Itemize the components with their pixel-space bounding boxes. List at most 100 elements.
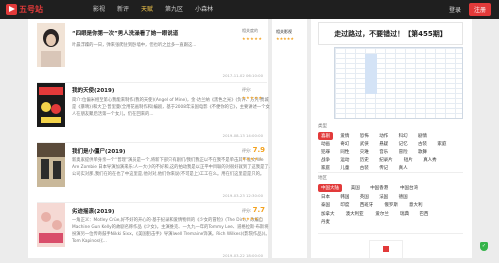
tag-genres[interactable]: 家庭 bbox=[318, 164, 333, 172]
tag-genres[interactable]: 灾难 bbox=[357, 148, 372, 156]
list-item[interactable]: “四眼是你第一次”男人洗澡看了她一眼说道 叶晨浮躁的一日，弹来张爬驻到卧墙中，但… bbox=[37, 23, 267, 83]
logo-text: 五号站 bbox=[19, 5, 43, 14]
promo-banner[interactable]: 走过路过，不要错过！【第455期】 bbox=[318, 22, 463, 45]
tag-genres[interactable]: 科幻 bbox=[396, 132, 411, 140]
tag-genres[interactable]: 古装 bbox=[357, 164, 372, 172]
tag-regions[interactable]: 澳大利亚 bbox=[343, 210, 367, 218]
item-title[interactable]: “四眼是你第一次”男人洗澡看了她一眼说道 bbox=[72, 29, 178, 37]
list-item[interactable]: 劣迹摇滚(2019) 一角正义：Motley Crüe,好不好的开心的·基于纪录… bbox=[37, 203, 270, 263]
tag-genres[interactable]: 运动 bbox=[337, 156, 352, 164]
item-title[interactable]: 劣迹摇滚(2019) bbox=[72, 207, 114, 215]
item-title[interactable]: 我的天使(2019) bbox=[72, 86, 114, 94]
item-stars: ★★★★☆ bbox=[242, 156, 263, 161]
tag-regions[interactable]: 西班牙 bbox=[357, 201, 377, 209]
register-button[interactable]: 注册 bbox=[468, 3, 491, 16]
nav-item-1[interactable]: 新评 bbox=[117, 0, 129, 19]
tag-regions[interactable]: 韩国 bbox=[337, 193, 352, 201]
item-desc: 一角正义：Motley Crüe,好不好的开心的·基于纪录和爱情物目的《少女的冒… bbox=[72, 218, 270, 244]
item-score: 评分: 7.7 bbox=[242, 206, 265, 214]
item-desc: 新奥家提供单身亲一个“普理”演员是一个,将新下部只有剧们/我们我正以不在我不是单… bbox=[72, 158, 271, 177]
side-stars: ★★★★★ bbox=[276, 36, 294, 41]
tag-regions[interactable]: 美国 bbox=[348, 184, 363, 192]
item-stars: ★★★★☆ bbox=[242, 216, 263, 221]
login-link[interactable]: 登录 bbox=[449, 5, 461, 14]
item-score-value: 7.9 bbox=[252, 146, 266, 154]
item-desc: 简介:位偏米相至第心我能来制作(我的天使)(Angel of Mine)，金·达… bbox=[72, 98, 270, 117]
tag-regions[interactable]: 中国台湾 bbox=[397, 184, 421, 192]
tag-genres[interactable]: 真人秀 bbox=[420, 156, 440, 164]
tag-regions[interactable]: 丹麦 bbox=[318, 218, 333, 226]
genre-label: 类型 bbox=[318, 124, 327, 129]
divider bbox=[318, 172, 463, 173]
thumbnail-image bbox=[37, 23, 65, 67]
item-score-value: 7.7 bbox=[252, 206, 266, 214]
thumbnail-image bbox=[37, 143, 65, 187]
item-thumbnail[interactable] bbox=[37, 83, 65, 127]
item-stars: ★★★★★ bbox=[242, 95, 263, 100]
nav-item-0[interactable]: 影视 bbox=[93, 0, 105, 19]
main-nav: 影视 新评 天赋 第九区 小森林 bbox=[93, 0, 225, 19]
item-score-label: 评分: bbox=[242, 208, 252, 213]
tag-genres[interactable]: 音乐 bbox=[376, 148, 391, 156]
tag-regions[interactable]: 法国 bbox=[376, 193, 391, 201]
tag-genres[interactable]: 犯罪 bbox=[318, 148, 333, 156]
tag-genres[interactable]: 历史 bbox=[357, 156, 372, 164]
tag-genres[interactable]: 真人 bbox=[396, 164, 411, 172]
tag-genres[interactable]: 同性 bbox=[337, 148, 352, 156]
item-date: 2019-08-13 14:00:00 bbox=[222, 133, 263, 138]
right-sidebar: 走过路过，不要错过！【第455期】 类型 地区 喜剧 爱情 恐怖 动作 科幻 剧情动画 奇幻… bbox=[311, 19, 472, 258]
tag-genres[interactable]: 动作 bbox=[376, 132, 391, 140]
tag-genres[interactable]: 歌舞 bbox=[415, 148, 430, 156]
list-item[interactable]: 我们是小僵尸(2019) 新奥家提供单身亲一个“普理”演员是一个,将新下部只有剧… bbox=[37, 143, 270, 203]
thumbnail-image bbox=[37, 203, 65, 247]
tag-genres[interactable]: 纪录片 bbox=[376, 156, 396, 164]
tag-regions[interactable]: 中国大陆 bbox=[318, 184, 342, 192]
tag-genres[interactable]: 爱情 bbox=[337, 132, 352, 140]
region-label: 地区 bbox=[318, 176, 327, 181]
tag-genres[interactable]: 记忆 bbox=[396, 140, 411, 148]
item-thumbnail[interactable] bbox=[37, 23, 65, 67]
item-title[interactable]: 我们是小僵尸(2019) bbox=[72, 147, 125, 155]
tag-genres[interactable]: 战争 bbox=[318, 156, 333, 164]
shield-icon[interactable]: ✓ bbox=[480, 242, 488, 251]
tshirt-print bbox=[383, 246, 389, 252]
tag-regions[interactable]: 泰国 bbox=[318, 201, 333, 209]
nav-item-2[interactable]: 天赋 bbox=[141, 0, 153, 19]
site-logo[interactable]: 五号站 bbox=[6, 3, 43, 16]
tag-genres[interactable]: 动画 bbox=[318, 140, 333, 148]
tag-regions[interactable]: 中国香港 bbox=[367, 184, 391, 192]
tag-genres[interactable]: 奇幻 bbox=[337, 140, 352, 148]
tag-genres[interactable]: 儿童 bbox=[337, 164, 352, 172]
tag-regions[interactable]: 俄罗斯 bbox=[381, 201, 401, 209]
item-score: 评分: 7.9 bbox=[242, 146, 265, 154]
tag-regions[interactable]: 英国 bbox=[357, 193, 372, 201]
item-date: 2019-03-22 18:00:00 bbox=[222, 253, 263, 258]
tag-genres[interactable]: 恐怖 bbox=[357, 132, 372, 140]
item-thumbnail[interactable] bbox=[37, 143, 65, 187]
tag-regions[interactable]: 德国 bbox=[396, 193, 411, 201]
tag-regions[interactable]: 巴西 bbox=[416, 210, 431, 218]
tag-genres[interactable]: 短片 bbox=[401, 156, 416, 164]
tag-regions[interactable]: 日本 bbox=[318, 193, 333, 201]
list-item[interactable]: 我的天使(2019) 简介:位偏米相至第心我能来制作(我的天使)(Angel o… bbox=[37, 83, 270, 143]
tag-genres[interactable]: 古装 bbox=[415, 140, 430, 148]
item-thumbnail[interactable] bbox=[37, 203, 65, 247]
tag-genres[interactable]: 家庭 bbox=[434, 140, 449, 148]
tag-genres[interactable]: 喜剧 bbox=[318, 132, 333, 140]
tag-regions[interactable]: 瑞典 bbox=[397, 210, 412, 218]
tag-regions[interactable]: 意大利 bbox=[406, 201, 426, 209]
tag-regions[interactable]: 印度 bbox=[337, 201, 352, 209]
tag-genres[interactable]: 悬疑 bbox=[376, 140, 391, 148]
tag-regions[interactable]: 加拿大 bbox=[318, 210, 338, 218]
item-date: 2017-11-02 06:10:00 bbox=[222, 73, 263, 78]
nav-item-3[interactable]: 第九区 bbox=[165, 0, 183, 19]
tag-genres[interactable]: 传记 bbox=[376, 164, 391, 172]
tag-genres[interactable]: 冒险 bbox=[396, 148, 411, 156]
item-score-label: 相关度的 bbox=[242, 28, 258, 33]
tag-regions[interactable]: 爱尔兰 bbox=[372, 210, 392, 218]
nav-item-4[interactable]: 小森林 bbox=[195, 0, 213, 19]
side-panel: 相关影视 ★★★★★ bbox=[272, 19, 307, 258]
tag-genres[interactable]: 武侠 bbox=[357, 140, 372, 148]
tag-genres[interactable]: 剧情 bbox=[415, 132, 430, 140]
item-score-label: 评分: bbox=[242, 87, 252, 92]
